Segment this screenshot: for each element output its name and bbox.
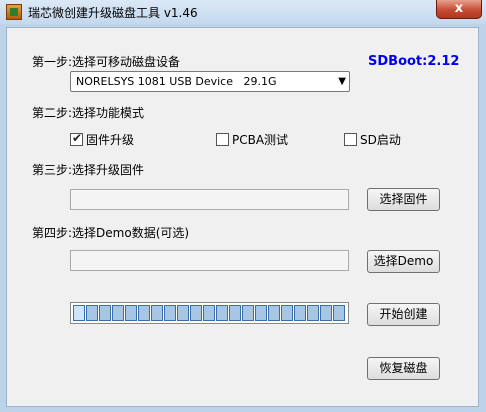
pcba-test-checkbox[interactable]: [216, 133, 229, 146]
sd-boot-checkbox[interactable]: [344, 133, 357, 146]
progress-segment: [255, 305, 267, 321]
step4-label: 第四步:选择Demo数据(可选): [32, 226, 190, 240]
progress-segment: [138, 305, 150, 321]
select-firmware-button[interactable]: 选择固件: [367, 188, 440, 211]
progress-segments: [73, 305, 346, 321]
progress-segment: [281, 305, 293, 321]
progress-segment: [164, 305, 176, 321]
start-create-button[interactable]: 开始创建: [367, 303, 440, 326]
progress-bar: [70, 302, 349, 324]
dropdown-arrow-icon[interactable]: ▼: [338, 76, 346, 87]
progress-segment: [190, 305, 202, 321]
progress-segment: [125, 305, 137, 321]
device-selected-value: NORELSYS 1081 USB Device 29.1G: [76, 75, 277, 88]
progress-segment: [242, 305, 254, 321]
step2-label: 第二步:选择功能模式: [32, 106, 145, 120]
title-bar[interactable]: 瑞芯微创建升级磁盘工具 v1.46 x: [0, 0, 486, 24]
checkmark-icon: ✔: [72, 131, 83, 145]
sdboot-version: SDBoot:2.12: [368, 54, 460, 69]
step1-label: 第一步:选择可移动磁盘设备: [32, 55, 181, 69]
firmware-path-field[interactable]: [70, 189, 349, 210]
firmware-upgrade-checkbox[interactable]: ✔: [70, 131, 83, 146]
progress-segment: [229, 305, 241, 321]
progress-segment: [203, 305, 215, 321]
resize-grip-icon[interactable]: [478, 404, 484, 410]
window-title: 瑞芯微创建升级磁盘工具 v1.46: [28, 6, 198, 20]
restore-disk-button[interactable]: 恢复磁盘: [367, 357, 440, 380]
progress-segment: [177, 305, 189, 321]
close-button[interactable]: x: [436, 0, 482, 19]
progress-segment: [320, 305, 332, 321]
select-demo-button[interactable]: 选择Demo: [367, 250, 440, 273]
device-dropdown[interactable]: NORELSYS 1081 USB Device 29.1G ▼: [70, 71, 350, 92]
progress-segment: [294, 305, 306, 321]
progress-segment: [86, 305, 98, 321]
progress-segment: [73, 305, 85, 321]
pcba-test-label[interactable]: PCBA测试: [232, 131, 288, 148]
step3-label: 第三步:选择升级固件: [32, 163, 145, 177]
progress-segment: [99, 305, 111, 321]
progress-segment: [333, 305, 345, 321]
app-icon: [6, 4, 22, 20]
demo-path-field[interactable]: [70, 250, 349, 271]
sd-boot-label[interactable]: SD启动: [360, 131, 401, 148]
progress-segment: [151, 305, 163, 321]
progress-segment: [112, 305, 124, 321]
progress-segment: [268, 305, 280, 321]
progress-segment: [216, 305, 228, 321]
firmware-upgrade-label[interactable]: 固件升级: [86, 131, 134, 148]
progress-segment: [307, 305, 319, 321]
